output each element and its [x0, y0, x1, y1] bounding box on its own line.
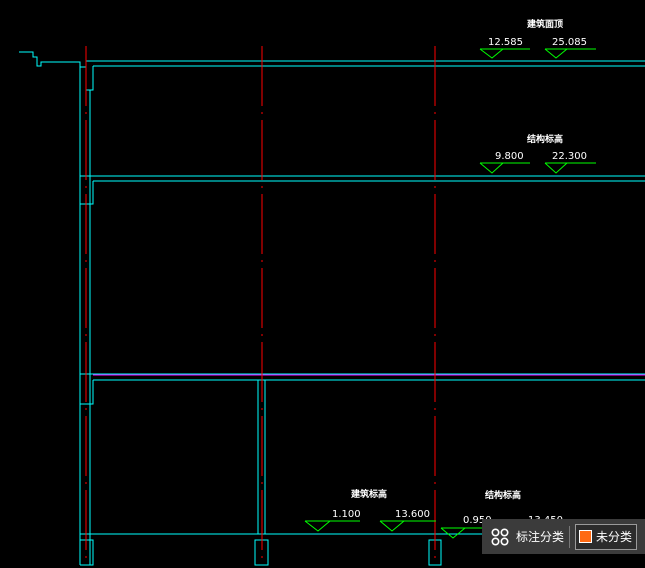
elevation-marker — [379, 520, 405, 532]
eave-profile — [19, 51, 86, 68]
category-name: 未分类 — [596, 530, 633, 544]
elevation-marker — [479, 48, 504, 59]
elevation-marker — [479, 162, 504, 174]
elevation-value: 25.085 — [552, 37, 587, 48]
elevation-marker — [440, 527, 466, 539]
elevation-value: 1.100 — [332, 509, 361, 520]
elevation-value: 12.585 — [488, 37, 523, 48]
grid-settings-icon[interactable] — [490, 527, 510, 547]
cad-drawing-canvas[interactable]: 建筑面顶 12.585 25.085 结构标高 9.800 22.300 建筑标… — [0, 0, 645, 568]
elevation-marker — [544, 48, 568, 59]
elevation-title: 结构标高 — [485, 489, 521, 501]
elevation-value: 9.800 — [495, 151, 524, 162]
category-selector[interactable]: 未分类 — [575, 523, 638, 550]
elevation-value: 13.600 — [395, 509, 430, 520]
toolbar-divider — [569, 525, 571, 548]
wall-slab-node — [85, 61, 94, 91]
elevation-title: 结构标高 — [527, 133, 563, 145]
elevation-title: 建筑标高 — [351, 488, 387, 500]
elevation-title: 建筑面顶 — [527, 18, 563, 30]
elevation-marker — [544, 162, 568, 174]
elevation-value: 22.300 — [552, 151, 587, 162]
elevation-marker — [304, 520, 331, 532]
annotation-toolbar: 标注分类 未分类 — [482, 519, 645, 554]
annotation-category-label[interactable]: 标注分类 — [516, 528, 564, 545]
category-color-swatch — [579, 530, 593, 543]
